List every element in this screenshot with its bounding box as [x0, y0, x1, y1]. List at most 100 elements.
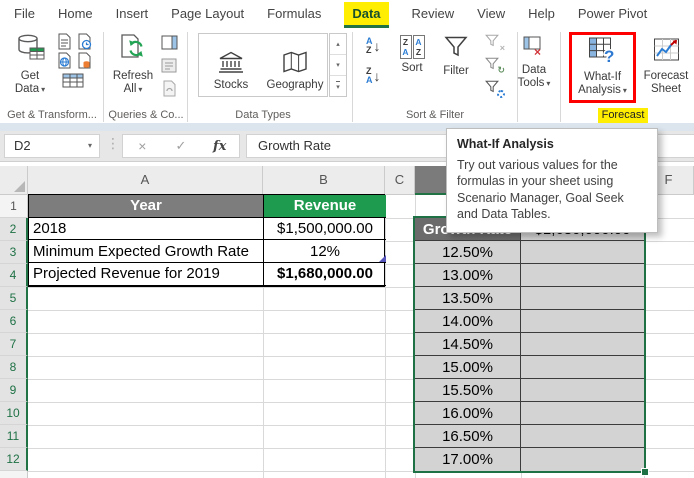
row-header-6-selected[interactable]: 6	[0, 310, 28, 333]
growth-rate-cell[interactable]: 13.00%	[415, 264, 521, 287]
enter-icon[interactable]: ✓	[162, 138, 201, 154]
gallery-scroll-down-button[interactable]: ▾	[330, 55, 346, 76]
row-header-3-selected[interactable]: 3	[0, 241, 28, 264]
growth-rate-cell[interactable]: 16.00%	[415, 402, 521, 425]
cell-b4[interactable]: $1,680,000.00	[264, 263, 386, 286]
from-database-icon[interactable]	[75, 51, 93, 69]
name-box-dropdown-icon[interactable]: ▾	[88, 135, 92, 157]
result-cell-empty[interactable]	[521, 241, 644, 264]
from-text-file-icon[interactable]	[55, 32, 73, 50]
data-tools-label-line1: Data	[522, 64, 546, 77]
row-header-12-selected[interactable]: 12	[0, 448, 28, 471]
row-header-10-selected[interactable]: 10	[0, 402, 28, 425]
growth-rate-cell[interactable]: 14.00%	[415, 310, 521, 333]
forecast-sheet-label-line2: Sheet	[651, 83, 681, 96]
row-header-1[interactable]: 1	[0, 195, 28, 218]
cell-b1-revenue-header[interactable]: Revenue	[264, 195, 386, 218]
clear-filter-button[interactable]: ×	[485, 34, 503, 52]
refresh-all-label-line1: Refresh	[113, 70, 153, 83]
sort-ascending-button[interactable]: AZ ↓	[366, 37, 381, 55]
select-all-button[interactable]	[0, 166, 28, 195]
what-if-label-line2: Analysis▾	[578, 84, 627, 97]
selected-range-d2-e12[interactable]: Growth Rate $1,680,000.00 12.50% 13.00% …	[413, 216, 646, 473]
gallery-scroll-up-button[interactable]: ▴	[330, 34, 346, 55]
queries-connections-icon[interactable]	[160, 33, 178, 51]
cell-a3[interactable]: Minimum Expected Growth Rate	[29, 240, 264, 263]
growth-rate-cell[interactable]: 15.50%	[415, 379, 521, 402]
tab-help[interactable]: Help	[528, 0, 555, 28]
cell-b3[interactable]: 12%	[264, 240, 386, 263]
growth-rate-cell[interactable]: 14.50%	[415, 333, 521, 356]
what-if-analysis-button[interactable]: ? What-If Analysis▾	[572, 36, 633, 97]
refresh-all-button[interactable]: Refresh All▾	[108, 33, 158, 96]
result-cell-empty[interactable]	[521, 356, 644, 379]
cancel-icon[interactable]: ×	[123, 138, 162, 154]
recent-sources-icon[interactable]	[75, 32, 93, 50]
result-cell-empty[interactable]	[521, 448, 644, 471]
chevron-down-icon: ▾	[138, 85, 142, 94]
cell-b2[interactable]: $1,500,000.00	[264, 218, 386, 241]
row-header-13-partial[interactable]	[0, 471, 28, 478]
column-header-b[interactable]: B	[263, 166, 385, 195]
result-cell-empty[interactable]	[521, 402, 644, 425]
sort-button[interactable]: ZA AZ Sort	[392, 35, 432, 75]
result-cell-empty[interactable]	[521, 425, 644, 448]
result-cell-empty[interactable]	[521, 310, 644, 333]
cell-a1-year-header[interactable]: Year	[29, 195, 264, 218]
result-cell-empty[interactable]	[521, 379, 644, 402]
stocks-button[interactable]: Stocks	[199, 34, 263, 96]
row-header-8-selected[interactable]: 8	[0, 356, 28, 379]
tab-data-active[interactable]: Data	[344, 2, 388, 28]
tab-page-layout[interactable]: Page Layout	[171, 0, 244, 28]
formula-bar-resize-handle[interactable]: ⋮	[106, 135, 120, 152]
sort-za-icon: ZA	[366, 67, 373, 85]
row-header-5-selected[interactable]: 5	[0, 287, 28, 310]
tab-home[interactable]: Home	[58, 0, 93, 28]
column-header-c[interactable]: C	[385, 166, 415, 195]
growth-rate-cell[interactable]: 12.50%	[415, 241, 521, 264]
cell-a4[interactable]: Projected Revenue for 2019	[29, 263, 264, 286]
from-web-icon[interactable]	[55, 51, 73, 69]
tab-view[interactable]: View	[477, 0, 505, 28]
forecast-sheet-button[interactable]: Forecast Sheet	[640, 36, 692, 96]
row-header-7-selected[interactable]: 7	[0, 333, 28, 356]
row-header-11-selected[interactable]: 11	[0, 425, 28, 448]
row-header-9-selected[interactable]: 9	[0, 379, 28, 402]
row-header-2-selected[interactable]: 2	[0, 218, 28, 241]
name-box[interactable]: D2 ▾	[4, 134, 100, 158]
ribbon-tab-bar: File Home Insert Page Layout Formulas Da…	[0, 0, 694, 28]
filter-button[interactable]: Filter	[434, 35, 478, 78]
get-data-button[interactable]: Get Data▾	[6, 33, 54, 96]
growth-rate-cell[interactable]: 13.50%	[415, 287, 521, 310]
gallery-more-button[interactable]: ▾	[330, 76, 346, 96]
geography-button[interactable]: Geography	[263, 34, 327, 96]
tab-power-pivot[interactable]: Power Pivot	[578, 0, 647, 28]
growth-rate-cell[interactable]: 17.00%	[415, 448, 521, 471]
fill-handle[interactable]	[641, 468, 649, 476]
growth-rate-cell[interactable]: 15.00%	[415, 356, 521, 379]
properties-icon[interactable]	[160, 56, 178, 74]
sort-az-icon: AZ	[366, 37, 373, 55]
reapply-filter-button[interactable]: ↻	[485, 57, 503, 75]
tab-formulas[interactable]: Formulas	[267, 0, 321, 28]
advanced-filter-button[interactable]	[485, 80, 503, 98]
result-cell-empty[interactable]	[521, 333, 644, 356]
cell-a2[interactable]: 2018	[29, 218, 264, 241]
tab-file[interactable]: File	[14, 0, 35, 28]
result-cell-empty[interactable]	[521, 287, 644, 310]
reapply-arrow-icon: ↻	[497, 65, 505, 76]
tooltip-body: Try out various values for the formulas …	[457, 157, 647, 222]
down-arrow-icon: ▾	[336, 61, 340, 69]
result-cell-empty[interactable]	[521, 264, 644, 287]
row-header-4-selected[interactable]: 4	[0, 264, 28, 287]
sort-descending-button[interactable]: ZA ↓	[366, 67, 381, 85]
data-tools-button[interactable]: × Data Tools▾	[515, 35, 553, 90]
growth-rate-cell[interactable]: 16.50%	[415, 425, 521, 448]
edit-links-icon[interactable]	[160, 79, 178, 97]
column-header-a[interactable]: A	[28, 166, 263, 195]
tab-review[interactable]: Review	[412, 0, 455, 28]
insert-function-icon[interactable]: fx	[200, 139, 239, 154]
from-table-range-icon[interactable]	[61, 71, 85, 89]
refresh-all-label-line2: All▾	[124, 83, 143, 96]
tab-insert[interactable]: Insert	[116, 0, 149, 28]
